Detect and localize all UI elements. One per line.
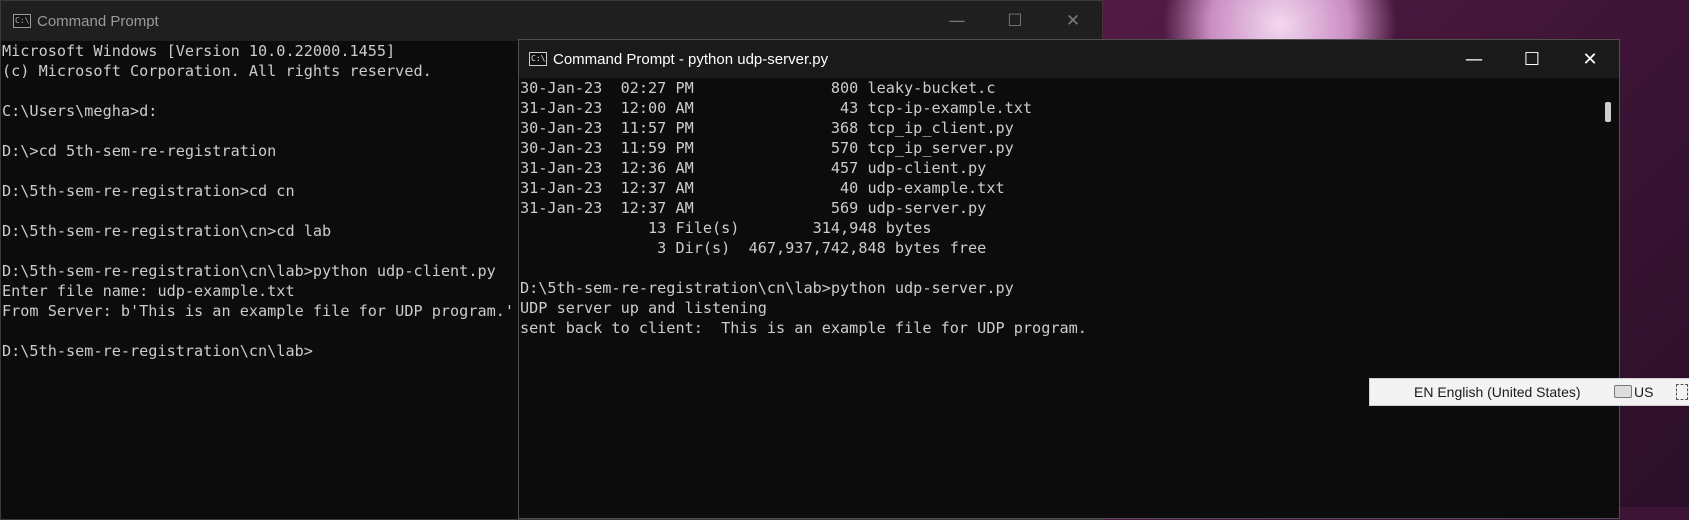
terminal-line: sent back to client: This is an example … bbox=[520, 319, 1087, 337]
minimize-button[interactable]: — bbox=[1445, 40, 1503, 78]
terminal-line: D:\5th-sem-re-registration\cn>cd lab bbox=[2, 222, 332, 240]
terminal-line: D:\5th-sem-re-registration>cd cn bbox=[2, 182, 295, 200]
terminal-line: 31-Jan-23 12:37 AM 40 udp-example.txt bbox=[520, 179, 1005, 197]
terminal-line: UDP server up and listening bbox=[520, 299, 767, 317]
keyboard-layout: US bbox=[1634, 384, 1654, 400]
maximize-button[interactable]: ☐ bbox=[986, 1, 1044, 41]
command-prompt-window-server[interactable]: C:\ Command Prompt - python udp-server.p… bbox=[518, 39, 1620, 519]
terminal-line: D:\5th-sem-re-registration\cn\lab>python… bbox=[520, 279, 1014, 297]
terminal-output[interactable]: 30-Jan-23 02:27 PM 800 leaky-bucket.c 31-… bbox=[520, 78, 1087, 338]
close-button[interactable]: ✕ bbox=[1044, 1, 1102, 41]
terminal-line: D:\5th-sem-re-registration\cn\lab> bbox=[2, 342, 313, 360]
language-indicator[interactable]: EN English (United States) US bbox=[1369, 378, 1689, 406]
terminal-line: Microsoft Windows [Version 10.0.22000.14… bbox=[2, 42, 396, 60]
terminal-line: 31-Jan-23 12:37 AM 569 udp-server.py bbox=[520, 199, 987, 217]
cmd-icon: C:\ bbox=[529, 52, 547, 66]
terminal-line: 3 Dir(s) 467,937,742,848 bytes free bbox=[520, 239, 987, 257]
terminal-output[interactable]: Microsoft Windows [Version 10.0.22000.14… bbox=[2, 41, 514, 361]
terminal-line: (c) Microsoft Corporation. All rights re… bbox=[2, 62, 432, 80]
minimize-button[interactable]: — bbox=[928, 1, 986, 41]
close-button[interactable]: ✕ bbox=[1561, 40, 1619, 78]
expand-icon[interactable] bbox=[1676, 384, 1688, 400]
terminal-line: C:\Users\megha>d: bbox=[2, 102, 158, 120]
terminal-line: D:\>cd 5th-sem-re-registration bbox=[2, 142, 277, 160]
terminal-line: 30-Jan-23 02:27 PM 800 leaky-bucket.c bbox=[520, 79, 996, 97]
language-name: EN English (United States) bbox=[1414, 384, 1581, 400]
scrollbar-thumb[interactable] bbox=[1605, 102, 1611, 122]
terminal-line: From Server: b'This is an example file f… bbox=[2, 302, 515, 320]
title-bar[interactable]: C:\ Command Prompt — ☐ ✕ bbox=[1, 1, 1102, 41]
window-title: Command Prompt - python udp-server.py bbox=[553, 50, 829, 68]
terminal-line: 30-Jan-23 11:59 PM 570 tcp_ip_server.py bbox=[520, 139, 1014, 157]
keyboard-icon bbox=[1614, 385, 1632, 398]
terminal-line: 31-Jan-23 12:00 AM 43 tcp-ip-example.txt bbox=[520, 99, 1033, 117]
maximize-button[interactable]: ☐ bbox=[1503, 40, 1561, 78]
cmd-icon: C:\ bbox=[13, 14, 31, 28]
terminal-line: 30-Jan-23 11:57 PM 368 tcp_ip_client.py bbox=[520, 119, 1014, 137]
window-title: Command Prompt bbox=[37, 12, 159, 30]
terminal-line: D:\5th-sem-re-registration\cn\lab>python… bbox=[2, 262, 496, 280]
title-bar[interactable]: C:\ Command Prompt - python udp-server.p… bbox=[519, 40, 1619, 78]
terminal-line: 13 File(s) 314,948 bytes bbox=[520, 219, 932, 237]
terminal-line: 31-Jan-23 12:36 AM 457 udp-client.py bbox=[520, 159, 987, 177]
terminal-line: Enter file name: udp-example.txt bbox=[2, 282, 295, 300]
